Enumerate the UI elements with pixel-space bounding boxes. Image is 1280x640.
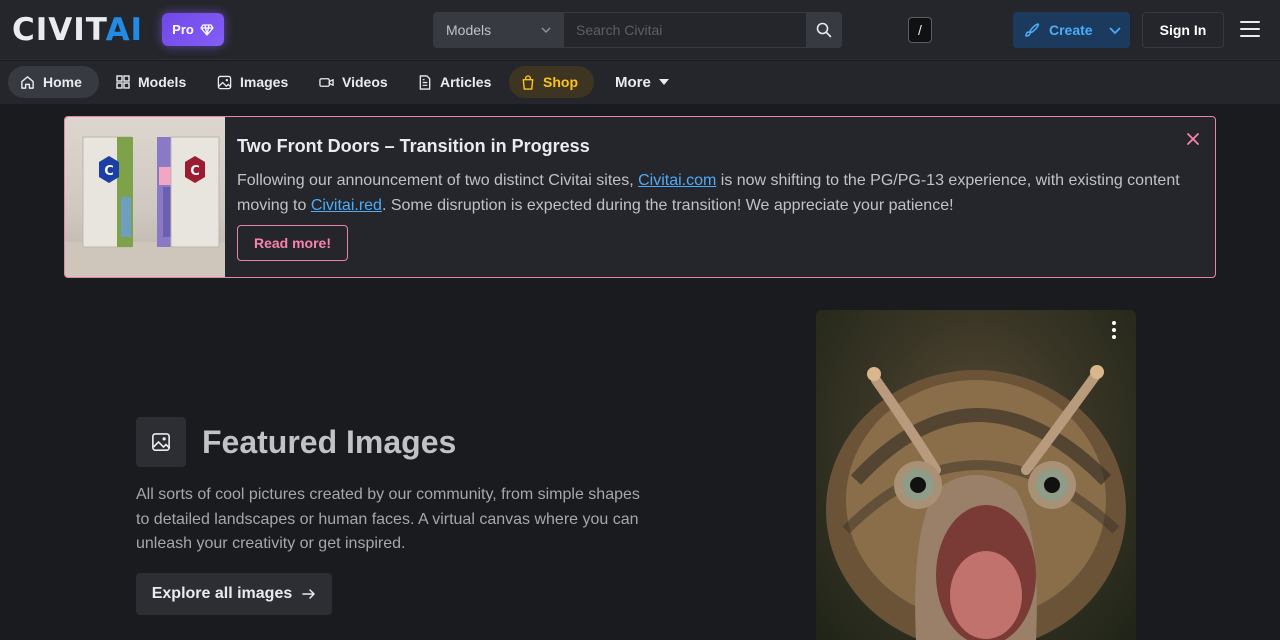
article-icon	[419, 74, 431, 90]
caret-down-icon	[658, 79, 669, 85]
search-shortcut-key: /	[908, 17, 932, 43]
civitai-logo[interactable]: CIVITAI	[12, 14, 143, 46]
nav-label-more: More	[615, 73, 651, 91]
featured-images-description: All sorts of cool pictures created by ou…	[136, 486, 640, 552]
pro-button[interactable]: Pro	[162, 13, 224, 46]
menu-icon[interactable]	[1240, 21, 1260, 39]
nav-more-dropdown[interactable]: More	[603, 66, 681, 98]
grid-icon	[116, 75, 130, 89]
announcement-banner: C C Two Front Doors – Transition in Prog…	[64, 116, 1216, 278]
brush-icon	[1025, 23, 1040, 37]
svg-text:C: C	[190, 164, 200, 179]
banner-title: Two Front Doors – Transition in Progress	[237, 136, 590, 156]
logo-text-main: CIVIT	[12, 12, 106, 48]
search-type-value: Models	[446, 22, 492, 38]
featured-images-icon-box	[136, 417, 186, 467]
nav-label-images: Images	[240, 74, 289, 90]
shopping-bag-icon	[522, 74, 534, 90]
two-doors-illustration: C C	[65, 136, 225, 277]
main-nav: Home Models Images Videos Articles Shop …	[0, 61, 1280, 104]
explore-label: Explore all images	[151, 585, 293, 602]
explore-all-images-button[interactable]: Explore all images	[136, 573, 332, 615]
close-icon[interactable]	[1185, 131, 1201, 147]
search-input[interactable]	[564, 12, 806, 48]
search-type-select[interactable]: Models	[433, 12, 564, 48]
nav-item-articles[interactable]: Articles	[406, 66, 503, 98]
banner-text: Following our announcement of two distin…	[237, 168, 1197, 218]
read-more-button[interactable]: Read more!	[237, 225, 348, 261]
more-options-icon[interactable]	[1110, 321, 1118, 343]
nav-item-home[interactable]: Home	[8, 66, 99, 98]
create-label: Create	[1049, 22, 1093, 38]
nav-label-shop: Shop	[543, 74, 578, 90]
nav-item-shop[interactable]: Shop	[509, 66, 594, 98]
image-icon	[152, 433, 171, 451]
featured-images-title: Featured Images	[202, 424, 457, 460]
banner-text-part: Following our announcement of two distin…	[237, 172, 639, 189]
nav-item-images[interactable]: Images	[205, 66, 300, 98]
snail-image	[826, 365, 1126, 640]
chevron-down-icon	[1109, 27, 1121, 35]
civitai-com-link[interactable]: Civitai.com	[638, 172, 716, 189]
top-header: CIVITAI Pro Models / Create Sign In	[0, 0, 1280, 60]
home-icon	[21, 75, 34, 89]
nav-label-home: Home	[43, 74, 82, 90]
featured-image-card[interactable]	[816, 310, 1136, 640]
civitai-red-link[interactable]: Civitai.red	[311, 197, 382, 214]
nav-label-videos: Videos	[342, 74, 388, 90]
banner-text-part: . Some disruption is expected during the…	[381, 197, 954, 214]
nav-item-models[interactable]: Models	[104, 66, 198, 98]
arrow-right-icon	[302, 589, 315, 599]
pro-label: Pro	[172, 22, 194, 37]
sign-in-button[interactable]: Sign In	[1142, 12, 1224, 48]
banner-image: C C	[65, 117, 225, 277]
nav-label-models: Models	[138, 74, 187, 90]
diamond-icon	[200, 23, 214, 36]
svg-text:C: C	[104, 164, 114, 179]
image-icon	[217, 75, 232, 89]
create-button[interactable]: Create	[1013, 12, 1130, 48]
nav-item-videos[interactable]: Videos	[307, 66, 400, 98]
chevron-down-icon	[541, 27, 551, 34]
logo-text-ai: AI	[105, 12, 144, 48]
search-icon	[816, 22, 832, 38]
nav-label-articles: Articles	[440, 74, 492, 90]
search-button[interactable]	[806, 12, 842, 48]
search-bar: Models /	[433, 12, 932, 48]
create-dropdown-toggle[interactable]	[1100, 12, 1130, 48]
video-icon	[319, 77, 334, 87]
